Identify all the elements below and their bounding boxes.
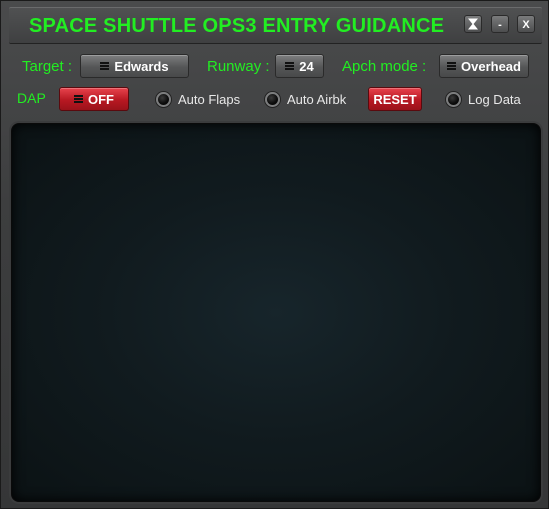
window-title: SPACE SHUTTLE OPS3 ENTRY GUIDANCE [29,15,445,37]
auto-airbk-option[interactable]: Auto Airbk [265,92,346,107]
title-bar[interactable]: SPACE SHUTTLE OPS3 ENTRY GUIDANCE - X [9,7,542,44]
log-data-label: Log Data [468,92,521,107]
hourglass-icon [467,18,479,30]
target-label: Target : [22,58,73,75]
runway-value: 24 [299,58,314,74]
auto-airbk-radio[interactable] [265,92,280,107]
runway-label: Runway : [207,58,270,75]
guidance-display [11,123,541,502]
menu-icon [100,62,110,70]
dap-value: OFF [88,91,114,107]
runway-selector[interactable]: 24 [275,54,324,78]
auto-flaps-radio[interactable] [156,92,171,107]
dap-label: DAP [17,90,46,106]
log-data-option[interactable]: Log Data [446,92,521,107]
auto-flaps-option[interactable]: Auto Flaps [156,92,240,107]
auto-airbk-label: Auto Airbk [287,92,347,107]
target-value: Edwards [114,58,169,74]
log-data-radio[interactable] [446,92,461,107]
apch-mode-value: Overhead [461,58,521,74]
dap-toggle-button[interactable]: OFF [59,87,129,111]
guidance-window: SPACE SHUTTLE OPS3 ENTRY GUIDANCE - X Ta… [0,0,549,509]
apch-mode-selector[interactable]: Overhead [439,54,529,78]
menu-icon [447,62,456,70]
target-selector[interactable]: Edwards [80,54,189,78]
menu-icon [285,62,295,70]
minimize-button[interactable]: - [491,15,509,33]
hourglass-button[interactable] [464,15,482,33]
auto-flaps-label: Auto Flaps [178,92,241,107]
reset-button[interactable]: RESET [368,87,422,111]
close-button[interactable]: X [517,15,535,33]
apch-mode-label: Apch mode : [342,58,427,75]
menu-icon [74,95,83,103]
